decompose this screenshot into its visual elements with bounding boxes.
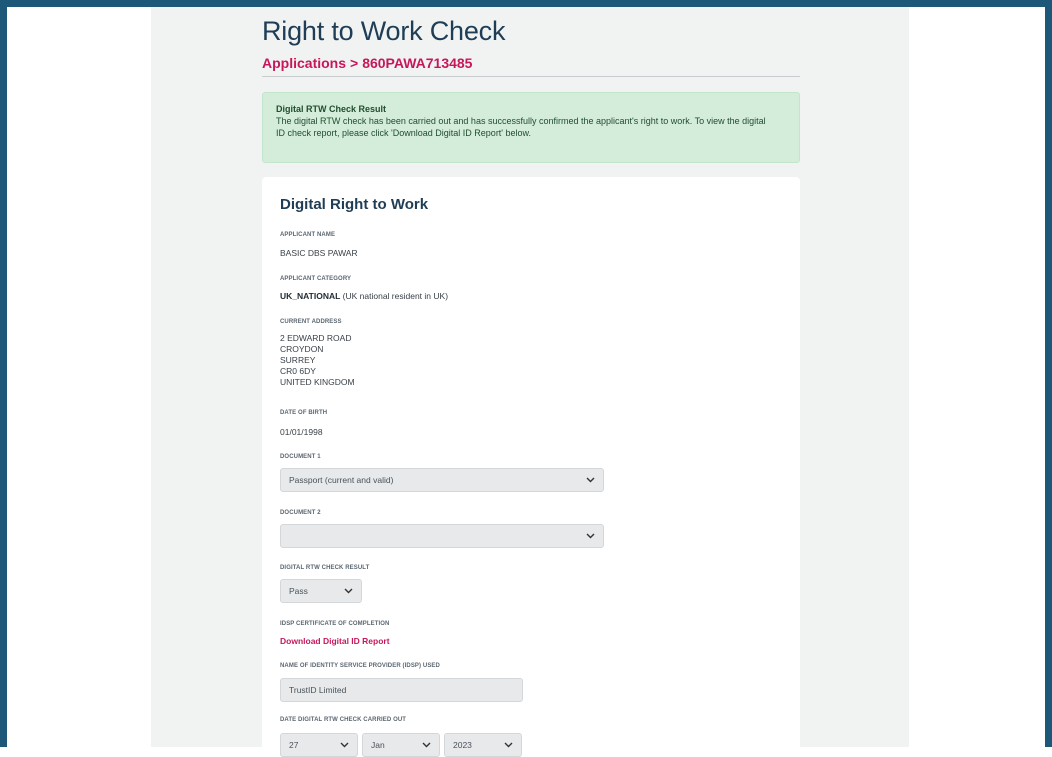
chevron-down-icon [422,741,431,750]
title-divider [262,76,800,77]
applicant-name-label: APPLICANT NAME [280,232,336,238]
window-frame-top [0,0,1052,7]
document-1-select[interactable]: Passport (current and valid) [280,468,604,492]
address-line: CR0 6DY [280,366,316,376]
applicant-category-description: (UK national resident in UK) [342,291,449,301]
check-date-year: 2023 [453,740,472,750]
alert-text: The digital RTW check has been carried o… [276,116,766,138]
chevron-down-icon [586,532,595,541]
idsp-name-label: NAME OF IDENTITY SERVICE PROVIDER (IDSP)… [280,663,440,669]
window-frame-right [1045,0,1052,747]
document-2-label: DOCUMENT 2 [280,510,321,516]
address-line: SURREY [280,355,316,365]
applicant-name-value: BASIC DBS PAWAR [280,248,358,258]
current-address-label: CURRENT ADDRESS [280,319,342,325]
card-title: Digital Right to Work [280,196,429,213]
applicant-category-code: UK_NATIONAL [280,291,341,301]
check-date-label: DATE DIGITAL RTW CHECK CARRIED OUT [280,717,407,723]
page-title: Right to Work Check [262,16,506,46]
breadcrumb-separator: > [350,55,359,71]
current-address-value: 2 EDWARD ROAD CROYDON SURREY CR0 6DY UNI… [280,333,355,388]
breadcrumb: Applications >860PAWA713485 [262,55,472,71]
applicant-category-label: APPLICANT CATEGORY [280,276,352,282]
download-digital-id-report-link[interactable]: Download Digital ID Report [280,636,390,646]
rtw-result-selected: Pass [289,586,308,596]
check-date-month-select[interactable]: Jan [362,733,440,757]
check-date-day-select[interactable]: 27 [280,733,358,757]
chevron-down-icon [340,741,349,750]
breadcrumb-applications-link[interactable]: Applications [262,55,346,71]
chevron-down-icon [586,476,595,485]
check-date-day: 27 [289,740,299,750]
document-2-select[interactable] [280,524,604,548]
check-date-month: Jan [371,740,385,750]
breadcrumb-current: 860PAWA713485 [362,55,473,71]
chevron-down-icon [344,587,353,596]
rtw-result-select[interactable]: Pass [280,579,362,603]
check-date-year-select[interactable]: 2023 [444,733,522,757]
document-1-label: DOCUMENT 1 [280,454,321,460]
idsp-certificate-label: IDSP CERTIFICATE OF COMPLETION [280,621,390,627]
idsp-name-field[interactable]: TrustID Limited [280,678,523,702]
document-1-selected: Passport (current and valid) [289,475,394,485]
address-line: CROYDON [280,344,324,354]
window-frame-left [0,0,7,747]
rtw-result-alert: Digital RTW Check Result The digital RTW… [262,92,800,163]
digital-rtw-card [262,177,800,757]
rtw-result-label: DIGITAL RTW CHECK RESULT [280,565,370,571]
date-of-birth-value: 01/01/1998 [280,427,323,437]
applicant-category-value: UK_NATIONAL (UK national resident in UK) [280,291,448,302]
chevron-down-icon [504,741,513,750]
date-of-birth-label: DATE OF BIRTH [280,410,328,416]
address-line: UNITED KINGDOM [280,377,355,387]
address-line: 2 EDWARD ROAD [280,333,352,343]
alert-title: Digital RTW Check Result [276,104,387,114]
